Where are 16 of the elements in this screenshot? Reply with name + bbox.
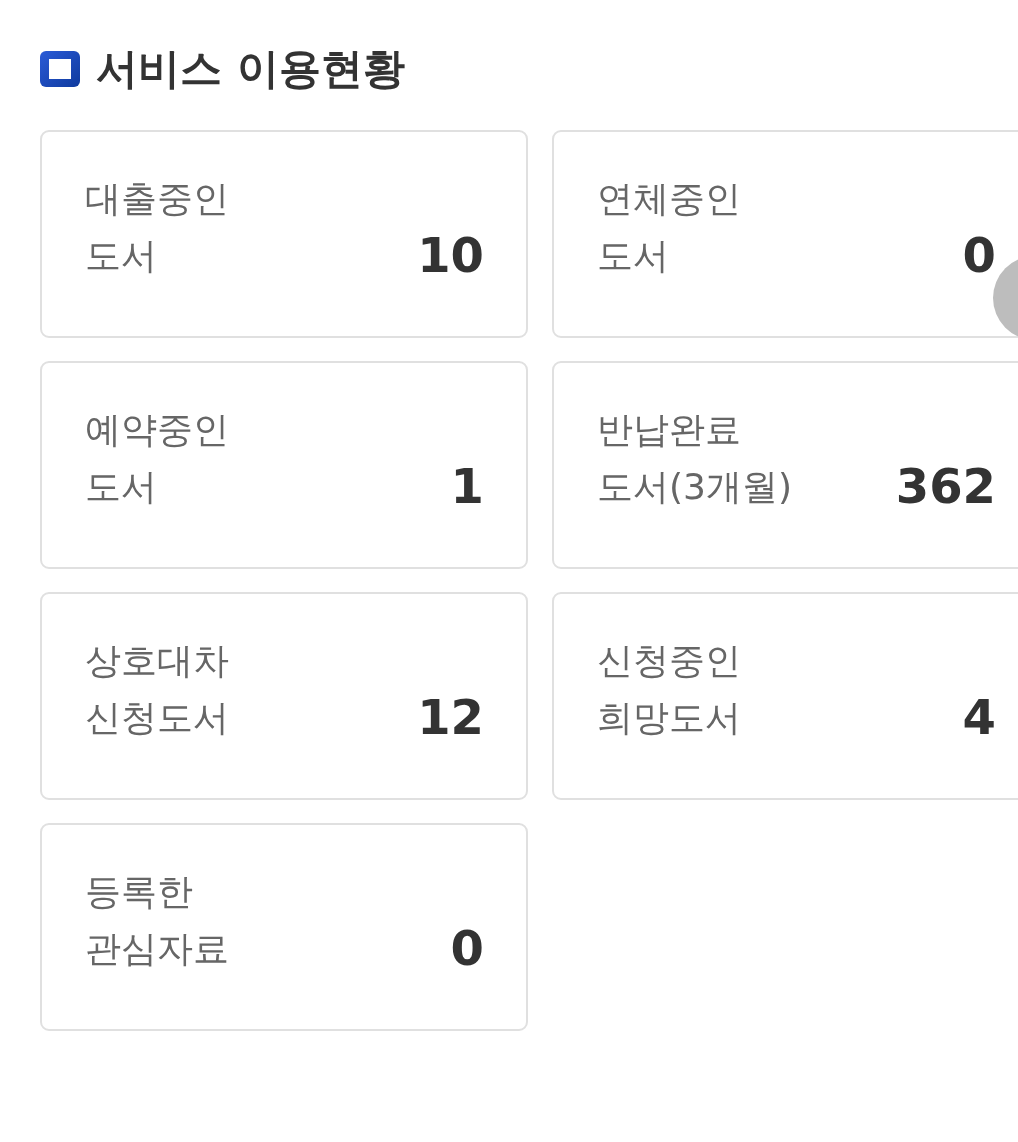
stat-label: 연체중인 도서: [597, 177, 741, 278]
stat-label: 신청중인 희망도서: [597, 639, 741, 740]
stat-value: 0: [450, 920, 484, 977]
stat-value: 0: [962, 227, 996, 284]
stat-label: 예약중인 도서: [85, 408, 229, 509]
stat-label: 등록한 관심자료: [85, 870, 229, 971]
stat-label: 반납완료 도서(3개월): [597, 408, 792, 509]
stat-value: 4: [962, 689, 996, 746]
stat-value: 12: [417, 689, 484, 746]
stat-value: 362: [895, 458, 996, 515]
stat-value: 10: [417, 227, 484, 284]
stat-label: 대출중인 도서: [85, 177, 229, 278]
square-icon: [40, 51, 80, 87]
stat-label: 상호대차 신청도서: [85, 639, 229, 740]
section-title: 서비스 이용현황: [96, 43, 405, 95]
stat-value: 1: [450, 458, 484, 515]
